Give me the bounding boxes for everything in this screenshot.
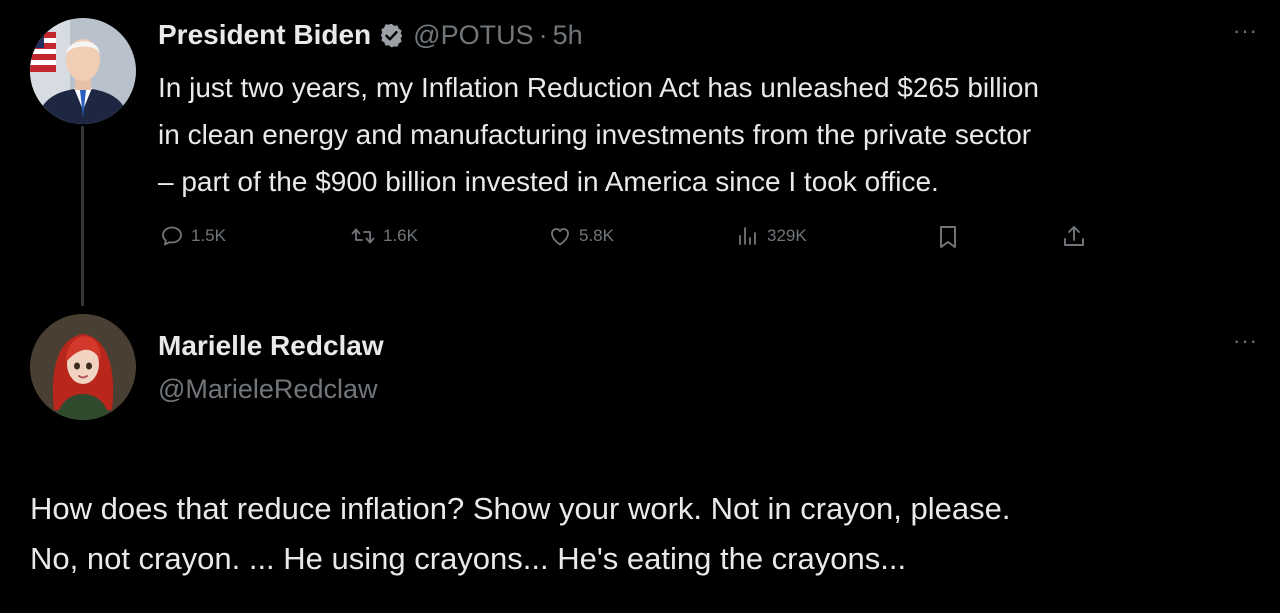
tweet-timestamp[interactable]: 5h bbox=[553, 20, 583, 51]
reply-author-name[interactable]: Marielle Redclaw bbox=[158, 330, 384, 362]
reply-icon bbox=[162, 226, 182, 246]
retweet-count: 1.6K bbox=[383, 226, 418, 245]
thread-connector-line bbox=[81, 126, 84, 306]
reply-button[interactable]: 1.5K bbox=[160, 224, 226, 248]
reply-text-line: How does that reduce inflation? Show you… bbox=[30, 491, 1011, 526]
author-handle[interactable]: @POTUS bbox=[413, 20, 533, 51]
separator-dot: · bbox=[538, 19, 548, 50]
like-count: 5.8K bbox=[579, 226, 614, 245]
views-button[interactable]: 329K bbox=[736, 224, 807, 248]
author-name[interactable]: President Biden bbox=[158, 19, 371, 51]
reply-author-handle[interactable]: @MarieleRedclaw bbox=[158, 374, 377, 405]
more-options-icon[interactable]: ··· bbox=[1233, 18, 1258, 44]
author-avatar[interactable] bbox=[30, 18, 136, 124]
tweet-text-line: in clean energy and manufacturing invest… bbox=[158, 119, 1032, 150]
retweet-button[interactable]: 1.6K bbox=[350, 224, 418, 248]
tweet-header: President Biden @POTUS · 5h bbox=[158, 17, 583, 53]
tweet-text: In just two years, my Inflation Reductio… bbox=[158, 64, 1268, 205]
tweet-text-line: – part of the $900 billion invested in A… bbox=[158, 166, 939, 197]
reply-text-line: No, not crayon. ... He using crayons... … bbox=[30, 541, 907, 576]
like-icon bbox=[551, 228, 569, 246]
reply-text: How does that reduce inflation? Show you… bbox=[30, 484, 1260, 584]
share-button[interactable] bbox=[1062, 224, 1093, 250]
verified-badge-icon bbox=[378, 22, 405, 49]
bookmark-button[interactable] bbox=[936, 224, 967, 250]
tweet-thread: President Biden @POTUS · 5h ··· In just … bbox=[0, 0, 1280, 613]
views-count: 329K bbox=[767, 226, 807, 245]
share-icon bbox=[1064, 226, 1084, 246]
reply-author-avatar[interactable] bbox=[30, 314, 136, 420]
views-icon bbox=[739, 227, 756, 245]
reply-more-options-icon[interactable]: ··· bbox=[1233, 328, 1258, 354]
bookmark-icon bbox=[940, 226, 956, 248]
retweet-icon bbox=[351, 228, 375, 244]
reply-count: 1.5K bbox=[191, 226, 226, 245]
tweet-text-line: In just two years, my Inflation Reductio… bbox=[158, 72, 1039, 103]
like-button[interactable]: 5.8K bbox=[548, 224, 614, 248]
